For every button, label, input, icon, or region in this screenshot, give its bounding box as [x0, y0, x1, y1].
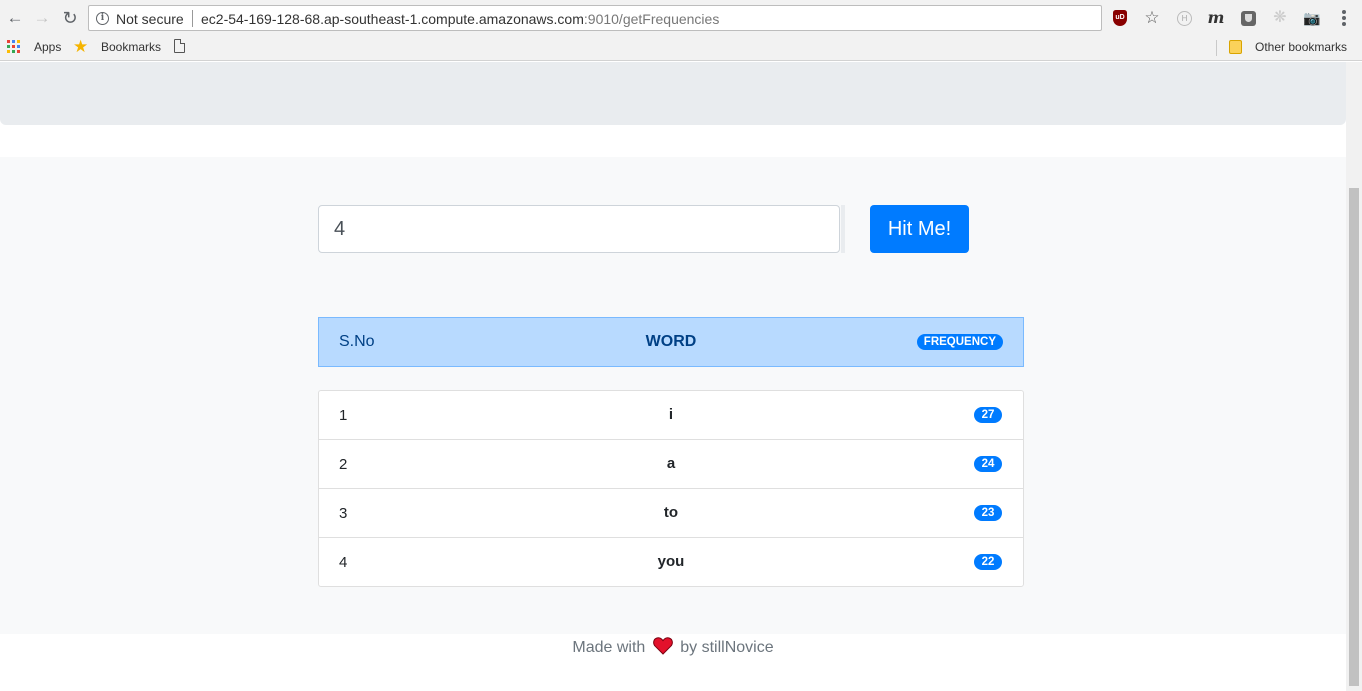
list-item: 2 a 24	[319, 439, 1023, 488]
page-icon[interactable]	[174, 39, 185, 53]
bookmark-star-icon[interactable]: ☆	[1143, 9, 1161, 27]
bookmarks-separator	[1216, 40, 1217, 56]
m-extension-icon[interactable]: m	[1207, 9, 1225, 27]
address-bar[interactable]: i Not secure ec2-54-169-128-68.ap-southe…	[88, 5, 1102, 31]
footer-suffix: by stillNovice	[680, 639, 774, 656]
bookmark-apps[interactable]: Apps	[34, 40, 61, 54]
h-extension-icon[interactable]: H	[1177, 11, 1192, 26]
row-frequency-badge: 27	[974, 407, 1002, 423]
row-word: a	[666, 455, 676, 472]
table-header: S.No WORD FREQUENCY	[318, 317, 1024, 367]
shield-extension-icon[interactable]	[1241, 11, 1256, 26]
react-extension-icon[interactable]: ❋	[1271, 9, 1289, 27]
hit-me-button[interactable]: Hit Me!	[870, 205, 969, 253]
bookmarks-bar: Apps ★ Bookmarks Other bookmarks	[0, 36, 1362, 61]
list-item: 4 you 22	[319, 537, 1023, 586]
main-content: Hit Me! S.No WORD FREQUENCY 1 i 27 2 a 2…	[0, 157, 1346, 634]
url-separator	[192, 10, 193, 27]
security-label[interactable]: Not secure	[116, 11, 184, 27]
row-word: to	[663, 504, 679, 521]
frequency-list: 1 i 27 2 a 24 3 to 23 4 you 22	[318, 390, 1024, 587]
input-group-edge	[841, 205, 845, 253]
header-jumbotron	[0, 62, 1346, 125]
url-host: ec2-54-169-128-68.ap-southeast-1.compute…	[201, 11, 584, 27]
forward-arrow-icon[interactable]: →	[33, 9, 51, 27]
star-icon[interactable]: ★	[73, 37, 88, 57]
back-arrow-icon[interactable]: ←	[6, 9, 24, 27]
list-item: 1 i 27	[319, 391, 1023, 439]
camera-extension-icon[interactable]: 📷	[1303, 9, 1321, 27]
row-frequency-badge: 24	[974, 456, 1002, 472]
row-word: i	[668, 406, 674, 423]
ublock-extension-icon[interactable]: uD	[1113, 10, 1127, 26]
bookmark-bookmarks[interactable]: Bookmarks	[101, 40, 161, 54]
page-scrollbar[interactable]	[1346, 62, 1362, 691]
footer-prefix: Made with	[572, 639, 646, 656]
folder-icon[interactable]	[1229, 40, 1242, 54]
bookmark-other[interactable]: Other bookmarks	[1255, 40, 1347, 54]
heart-icon	[652, 637, 673, 655]
row-word: you	[657, 553, 685, 570]
list-item: 3 to 23	[319, 488, 1023, 537]
row-frequency-badge: 23	[974, 505, 1002, 521]
scrollbar-thumb[interactable]	[1349, 188, 1359, 686]
url-text[interactable]: ec2-54-169-128-68.ap-southeast-1.compute…	[201, 11, 719, 27]
apps-grid-icon[interactable]	[7, 40, 20, 53]
reload-icon[interactable]: ↻	[61, 9, 79, 27]
page-footer: Made with by stillNovice	[0, 637, 1346, 657]
header-frequency-badge: FREQUENCY	[916, 334, 1003, 350]
row-frequency-badge: 22	[974, 554, 1002, 570]
count-input[interactable]	[318, 205, 840, 253]
browser-toolbar: ← → ↻ i Not secure ec2-54-169-128-68.ap-…	[0, 0, 1362, 36]
browser-menu-icon[interactable]	[1338, 9, 1350, 27]
url-path: :9010/getFrequencies	[583, 11, 720, 27]
info-icon[interactable]: i	[96, 12, 109, 25]
page-viewport: Hit Me! S.No WORD FREQUENCY 1 i 27 2 a 2…	[0, 62, 1346, 691]
